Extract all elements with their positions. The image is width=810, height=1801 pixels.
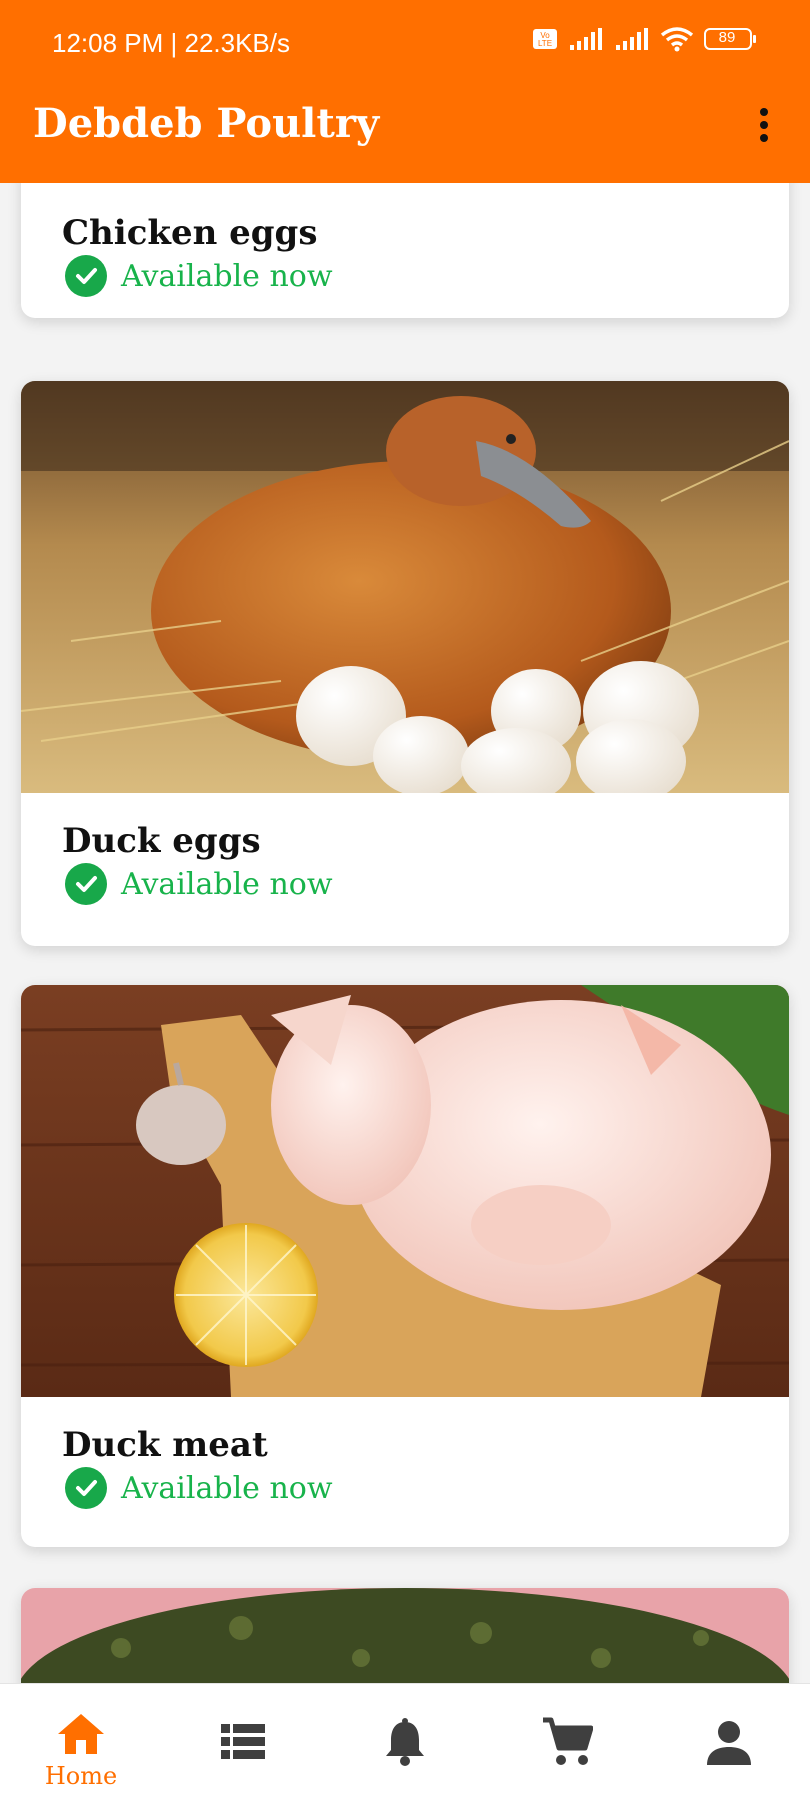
bell-icon [386,1718,424,1766]
availability-status: Available now [65,255,333,297]
product-card-chicken-eggs[interactable]: Chicken eggs Available now [21,183,789,318]
status-icons: Vo LTE 89 [532,26,756,52]
product-title: Duck eggs [62,821,261,861]
nav-list[interactable] [162,1684,324,1801]
availability-label: Available now [121,866,333,902]
home-icon [58,1714,104,1754]
duck-eggs-image [21,381,789,793]
app-bar: 12:08 PM | 22.3KB/s Vo LTE 89 Debdeb Poul… [0,0,810,183]
person-icon [707,1721,751,1765]
check-circle-icon [65,1467,107,1509]
product-card-duck-eggs[interactable]: Duck eggs Available now [21,381,789,946]
nav-home[interactable]: Home [0,1684,162,1801]
overflow-menu-icon[interactable] [758,108,770,144]
nav-cart[interactable] [486,1684,648,1801]
check-circle-icon [65,255,107,297]
availability-label: Available now [121,258,333,294]
product-list[interactable]: Chicken eggs Available now Duck eggs Ava… [0,183,810,1683]
check-circle-icon [65,863,107,905]
list-icon [221,1724,265,1759]
nav-profile[interactable] [648,1684,810,1801]
cart-icon [543,1717,593,1765]
nav-home-label: Home [44,1762,118,1790]
product-title: Duck meat [62,1425,268,1465]
status-time-speed: 12:08 PM | 22.3KB/s [52,28,290,58]
duck-meat-image [21,985,789,1397]
battery-icon: 89 [704,28,756,50]
product-card-partial[interactable] [21,1588,789,1683]
app-title: Debdeb Poultry [33,100,380,147]
availability-status: Available now [65,863,333,905]
svg-text:LTE: LTE [538,39,552,48]
nav-notifications[interactable] [324,1684,486,1801]
volte-icon: VoLTE [533,29,557,49]
signal-icon [570,28,602,50]
product-title: Chicken eggs [62,213,318,253]
product-image-partial [21,1588,789,1683]
wifi-icon [660,27,694,52]
battery-level: 89 [718,29,736,46]
availability-status: Available now [65,1467,333,1509]
bottom-navigation: Home [0,1683,810,1801]
product-card-duck-meat[interactable]: Duck meat Available now [21,985,789,1547]
signal-icon-2 [616,28,648,50]
availability-label: Available now [121,1470,333,1506]
